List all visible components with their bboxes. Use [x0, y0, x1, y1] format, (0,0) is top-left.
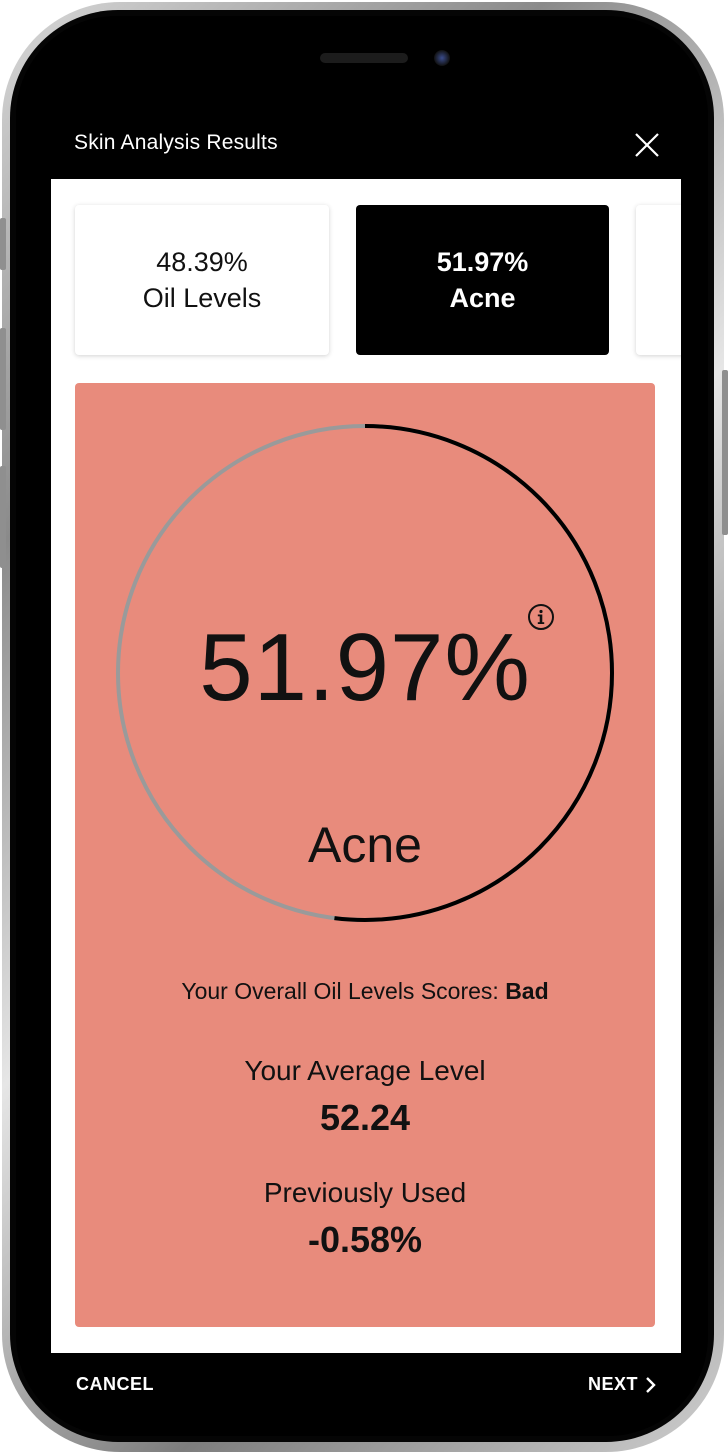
overall-score: Your Overall Oil Levels Scores: Bad: [75, 978, 655, 1005]
result-label: Acne: [308, 817, 422, 873]
next-button-label: NEXT: [588, 1374, 639, 1394]
power-button: [722, 370, 728, 535]
tab-acne-value: 51.97%: [436, 247, 529, 277]
average-level-label: Your Average Level: [244, 1055, 486, 1086]
next-button[interactable]: NEXT: [588, 1374, 656, 1395]
tab-oil-levels-label: Oil Levels: [142, 283, 262, 313]
result-card: 51.97% Acne Your Overall Oil Levels Scor…: [75, 383, 655, 1327]
front-camera: [434, 50, 450, 66]
chevron-right-icon: [646, 1376, 656, 1393]
volume-down-button: [0, 466, 6, 568]
results-screen: 48.39% Oil Levels 51.97% Acne 51.97% Acn…: [51, 179, 681, 1353]
tab-next-partial[interactable]: [636, 205, 681, 355]
overall-score-prefix: Your Overall Oil Levels Scores:: [181, 978, 499, 1004]
tab-acne[interactable]: 51.97% Acne: [356, 205, 609, 355]
tab-oil-levels[interactable]: 48.39% Oil Levels: [75, 205, 329, 355]
tab-acne-label: Acne: [449, 283, 516, 313]
tab-oil-levels-value: 48.39%: [156, 247, 248, 277]
close-button[interactable]: [630, 128, 664, 162]
page-title: Skin Analysis Results: [74, 131, 278, 154]
previously-used-label: Previously Used: [263, 1177, 467, 1208]
earpiece-speaker: [320, 53, 408, 63]
close-icon: [635, 133, 659, 157]
overall-score-rating: Bad: [505, 978, 549, 1004]
cancel-button[interactable]: CANCEL: [76, 1374, 154, 1395]
average-level-value: 52.24: [319, 1097, 411, 1138]
result-percentage: 51.97%: [199, 614, 531, 721]
previously-used-value: -0.58%: [307, 1219, 423, 1260]
volume-up-button: [0, 328, 6, 430]
silent-switch: [0, 218, 6, 270]
info-icon[interactable]: [527, 603, 555, 631]
